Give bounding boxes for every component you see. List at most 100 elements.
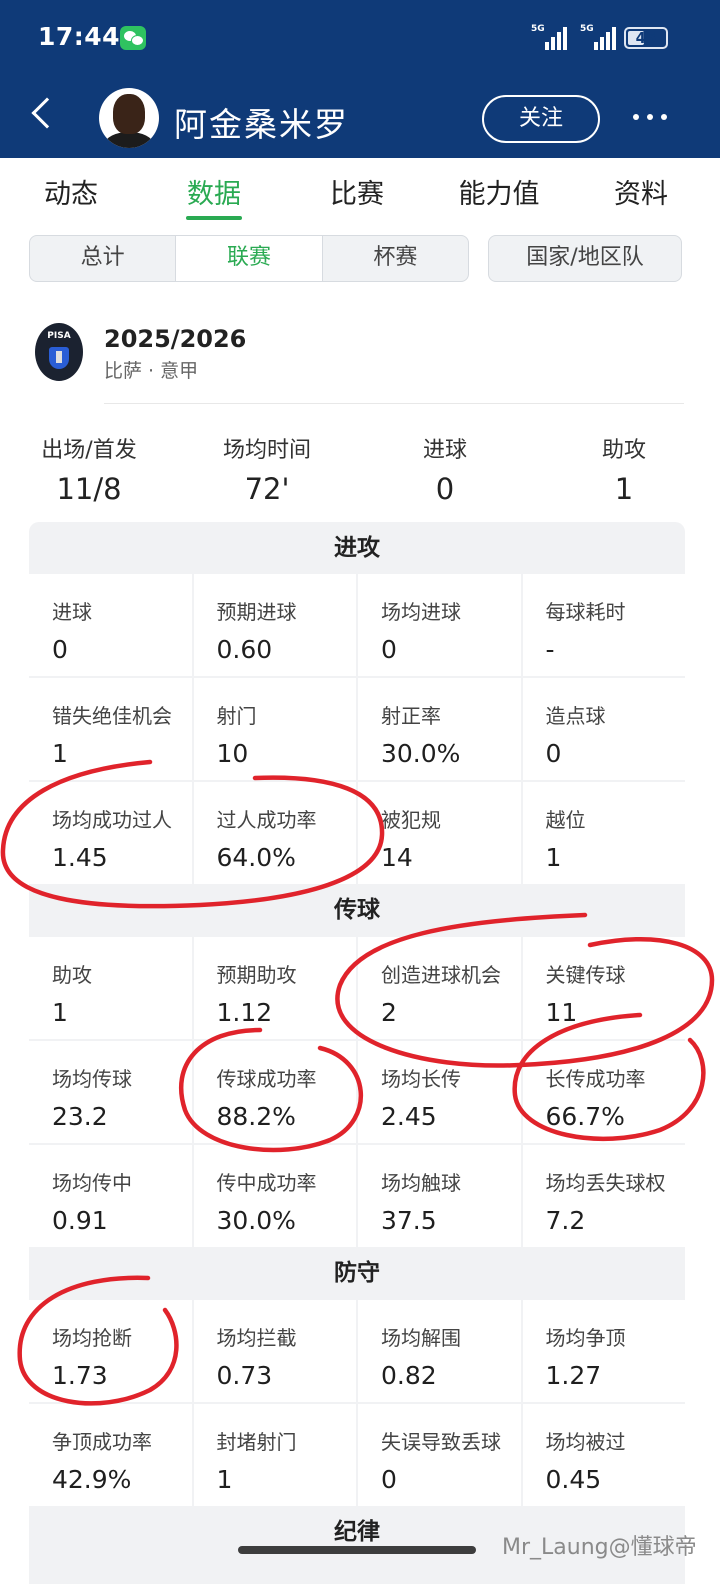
section-title-defense: 防守 [334, 1260, 380, 1286]
stat-label: 失误导致丢球 [381, 1430, 501, 1454]
stat-label: 场均触球 [381, 1171, 461, 1195]
section-title-attack: 进攻 [334, 535, 380, 561]
tab-data[interactable]: 数据 [187, 172, 241, 211]
stat-value: 64.0% [216, 843, 296, 872]
watermark: Mr_Laung@懂球帝 [502, 1535, 697, 1560]
stats-row: 场均成功过人 1.45 过人成功率 64.0% 被犯规 14 越位 1 [29, 782, 685, 884]
stat-value: 2.45 [381, 1102, 437, 1131]
stat-cell: 传中成功率 30.0% [193, 1145, 356, 1247]
stat-cell: 场均被过 0.45 [522, 1404, 685, 1506]
stat-cell: 造点球 0 [522, 678, 685, 780]
stat-cell: 创造进球机会 2 [358, 937, 521, 1039]
stat-value: 1.73 [52, 1361, 108, 1390]
active-tab-indicator [186, 216, 242, 220]
stats-row: 场均传中 0.91 传中成功率 30.0% 场均触球 37.5 场均丢失球权 7.2 [29, 1145, 685, 1247]
stat-cell: 错失绝佳机会 1 [29, 678, 192, 780]
battery-icon: 45 [624, 27, 668, 49]
more-options-icon[interactable] [633, 114, 667, 120]
stat-cell: 场均丢失球权 7.2 [522, 1145, 685, 1247]
tab-ability[interactable]: 能力值 [459, 172, 540, 211]
stat-value: 10 [216, 739, 249, 768]
stat-label: 场均传球 [52, 1067, 132, 1091]
summary-minutes: 场均时间 72' [222, 438, 311, 506]
divider [104, 403, 684, 404]
stats-row: 场均传球 23.2 传球成功率 88.2% 场均长传 2.45 长传成功率 66.7% [29, 1041, 685, 1143]
stat-cell: 传球成功率 88.2% [193, 1041, 356, 1143]
status-time: 17:44 [38, 22, 121, 51]
stat-label: 每球耗时 [545, 600, 626, 624]
stats-row: 助攻 1 预期助攻 1.12 创造进球机会 2 关键传球 11 [29, 937, 685, 1039]
stat-label: 过人成功率 [216, 808, 317, 832]
stat-value: 42.9% [52, 1465, 132, 1494]
stat-value: 88.2% [216, 1102, 296, 1131]
filter-league[interactable]: 联赛 [176, 236, 323, 281]
stat-value: 2 [381, 998, 397, 1027]
stat-label: 封堵射门 [216, 1430, 297, 1454]
stat-value: 1 [216, 1465, 233, 1494]
stat-label: 场均解围 [381, 1326, 461, 1350]
stat-cell: 越位 1 [522, 782, 685, 884]
stat-label: 场均成功过人 [52, 808, 172, 832]
filter-national-team[interactable]: 国家/地区队 [488, 235, 682, 282]
stat-value: 1 [545, 843, 562, 872]
home-indicator[interactable] [238, 1546, 476, 1554]
stat-cell: 争顶成功率 42.9% [29, 1404, 192, 1506]
stat-cell: 场均拦截 0.73 [193, 1300, 356, 1402]
stat-label: 预期助攻 [216, 963, 297, 987]
back-arrow-icon[interactable] [31, 97, 63, 129]
tab-bar: 动态 数据 比赛 能力值 资料 [0, 158, 720, 222]
stat-label: 错失绝佳机会 [52, 704, 172, 728]
stat-cell: 场均抢断 1.73 [29, 1300, 192, 1402]
stat-value: 30.0% [216, 1206, 296, 1235]
stat-cell: 失误导致丢球 0 [358, 1404, 521, 1506]
stat-label: 场均传中 [52, 1171, 132, 1195]
stat-value: 0.45 [545, 1465, 602, 1494]
follow-button[interactable]: 关注 [482, 95, 600, 143]
club-logo: PISA [35, 323, 83, 381]
stat-label: 场均长传 [381, 1067, 461, 1091]
signal-icon: 5G [580, 24, 616, 50]
filter-total[interactable]: 总计 [30, 236, 177, 281]
wechat-notification-icon [120, 26, 146, 50]
stat-cell: 射门 10 [193, 678, 356, 780]
stat-label: 越位 [545, 808, 586, 832]
stat-value: 66.7% [545, 1102, 625, 1131]
stat-value: 0.60 [216, 635, 273, 664]
stat-value: 1.12 [216, 998, 273, 1027]
app-header: 17:44 5G 5G 45 阿金桑米罗 关注 [0, 0, 720, 158]
stat-cell: 预期进球 0.60 [193, 574, 356, 676]
stat-cell: 被犯规 14 [358, 782, 521, 884]
stat-value: 0 [381, 1465, 397, 1494]
stat-label: 场均抢断 [52, 1326, 132, 1350]
season-title: 2025/2026 [104, 325, 247, 353]
tab-dynamics[interactable]: 动态 [44, 172, 98, 211]
stat-value: 23.2 [52, 1102, 108, 1131]
player-avatar [99, 88, 159, 148]
battery-percent: 45 [635, 29, 657, 47]
tab-matches[interactable]: 比赛 [330, 172, 384, 211]
stat-label: 长传成功率 [545, 1067, 646, 1091]
stat-label: 场均争顶 [545, 1326, 626, 1350]
stat-label: 被犯规 [381, 808, 441, 832]
tab-profile[interactable]: 资料 [614, 172, 668, 211]
stat-cell: 过人成功率 64.0% [193, 782, 356, 884]
stat-value: 14 [381, 843, 413, 872]
filter-cup[interactable]: 杯赛 [323, 236, 468, 281]
stat-cell: 每球耗时 - [522, 574, 685, 676]
player-name: 阿金桑米罗 [174, 105, 349, 144]
stat-value: 0 [381, 635, 397, 664]
stat-label: 关键传球 [545, 963, 626, 987]
stat-value: 30.0% [381, 739, 461, 768]
stat-cell: 场均解围 0.82 [358, 1300, 521, 1402]
stat-value: 1.27 [545, 1361, 602, 1390]
stat-value: - [545, 635, 555, 664]
stat-cell: 场均争顶 1.27 [522, 1300, 685, 1402]
stat-value: 0 [545, 739, 562, 768]
summary-assists: 助攻 1 [601, 438, 646, 506]
stat-cell: 进球 0 [29, 574, 192, 676]
stat-value: 7.2 [545, 1206, 586, 1235]
stats-row: 进球 0 预期进球 0.60 场均进球 0 每球耗时 - [29, 574, 685, 676]
stat-label: 场均拦截 [216, 1326, 297, 1350]
stat-cell: 场均成功过人 1.45 [29, 782, 192, 884]
stat-label: 场均被过 [545, 1430, 626, 1454]
